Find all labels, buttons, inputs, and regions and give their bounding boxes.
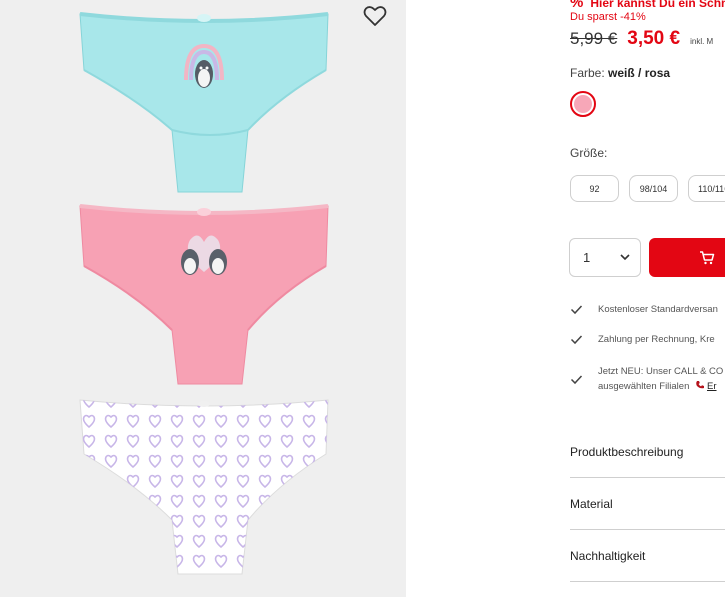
percent-icon: %	[570, 0, 584, 11]
quantity-select[interactable]: 1	[569, 238, 641, 277]
color-label-text: Farbe:	[570, 66, 605, 80]
feature-text: Zahlung per Rechnung, Kre	[598, 334, 715, 345]
feature-text-line1: Jetzt NEU: Unser CALL & CO	[598, 366, 724, 377]
promo-text: Hier kannst Du ein Schn	[590, 0, 725, 10]
size-option-110-116[interactable]: 110/116	[688, 175, 725, 202]
phone-icon	[696, 381, 705, 389]
chevron-down-icon	[620, 254, 630, 261]
feature-payment: Zahlung per Rechnung, Kre	[570, 332, 715, 347]
price-row: 5,99 € 3,50 € inkl. M	[570, 28, 713, 50]
product-image-panel[interactable]	[0, 0, 406, 597]
add-to-cart-button[interactable]	[649, 238, 725, 277]
quantity-value: 1	[583, 250, 591, 265]
cart-icon	[700, 250, 715, 264]
product-info-panel: % Hier kannst Du ein Schn Du sparst -41% …	[406, 0, 725, 597]
feature-call-collect: Jetzt NEU: Unser CALL & CO ausgewählten …	[570, 364, 723, 394]
old-price: 5,99 €	[570, 29, 618, 48]
feature-text-line2: ausgewählten Filialen	[598, 381, 690, 392]
color-value: weiß / rosa	[608, 66, 671, 80]
wishlist-heart-icon[interactable]	[361, 2, 389, 30]
color-label: Farbe: weiß / rosa	[570, 66, 670, 80]
promo-banner[interactable]: % Hier kannst Du ein Schn	[570, 0, 725, 11]
product-image-pink-panty	[79, 204, 329, 385]
accordion-product-description[interactable]: Produktbeschreibung	[570, 426, 725, 478]
color-swatch-fill	[574, 95, 592, 113]
size-label: Größe:	[570, 146, 608, 160]
feature-text-block: Jetzt NEU: Unser CALL & CO ausgewählten …	[598, 364, 723, 394]
product-image-turquoise-panty	[79, 12, 329, 193]
product-image-white-panty	[79, 399, 329, 575]
call-collect-link[interactable]: Er	[707, 381, 717, 392]
feature-text: Kostenloser Standardversan	[598, 304, 718, 315]
feature-free-shipping: Kostenloser Standardversan	[570, 302, 718, 317]
checkmark-icon	[570, 375, 583, 385]
color-swatch-selected[interactable]	[570, 91, 596, 117]
accordion-material[interactable]: Material	[570, 478, 725, 530]
saving-text: Du sparst -41%	[570, 11, 646, 23]
checkmark-icon	[570, 335, 583, 345]
size-option-98-104[interactable]: 98/104	[629, 175, 678, 202]
vat-note: inkl. M	[690, 37, 714, 46]
accordion-sustainability[interactable]: Nachhaltigkeit	[570, 530, 725, 582]
checkmark-icon	[570, 305, 583, 315]
size-option-92[interactable]: 92	[570, 175, 619, 202]
current-price: 3,50 €	[627, 28, 681, 49]
